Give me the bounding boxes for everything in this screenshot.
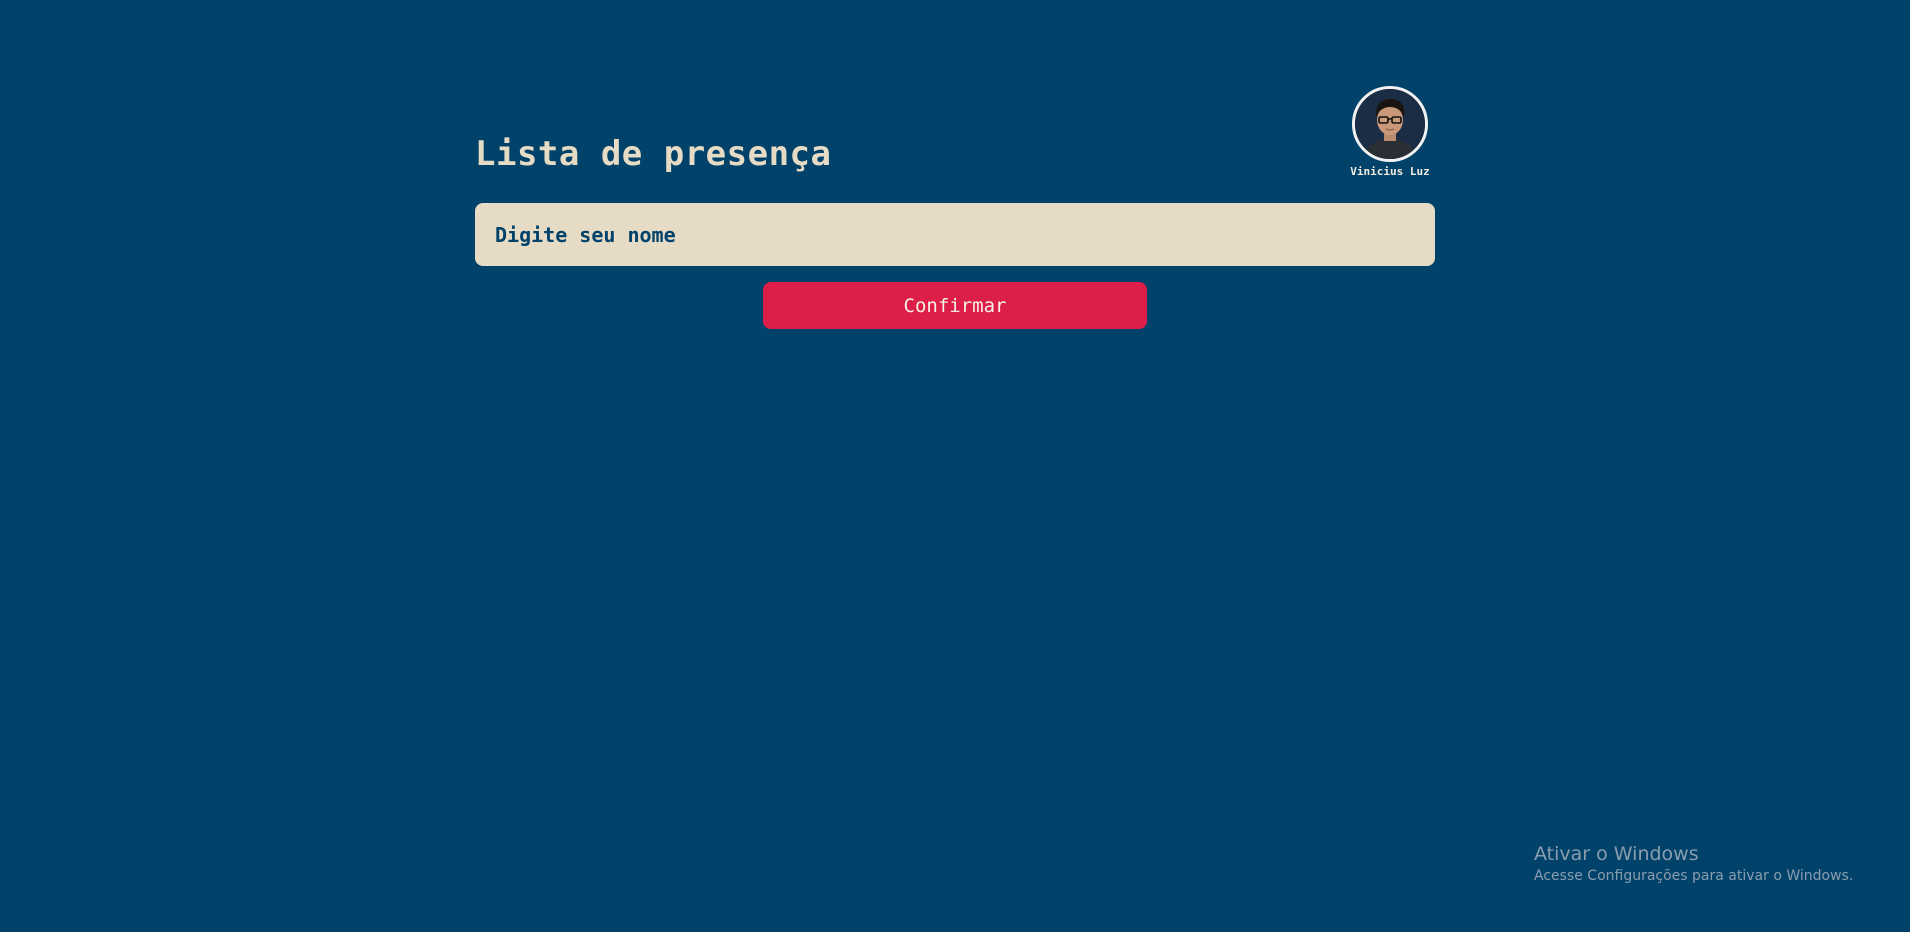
watermark-title: Ativar o Windows — [1534, 843, 1699, 865]
profile-name: Vinicius Luz — [1350, 165, 1430, 178]
windows-activation-watermark: Ativar o Windows Acesse Configurações pa… — [1534, 843, 1853, 884]
avatar — [1352, 86, 1428, 162]
page-title: Lista de presença — [475, 134, 832, 174]
confirm-button[interactable]: Confirmar — [763, 282, 1147, 329]
page: Lista de presença Vinicius Luz Digite se… — [0, 0, 1910, 932]
user-photo-icon — [1355, 89, 1425, 159]
header: Lista de presença Vinicius Luz — [475, 86, 1435, 186]
watermark-subtitle: Acesse Configurações para ativar o Windo… — [1534, 868, 1854, 884]
name-input[interactable] — [475, 203, 1435, 266]
profile: Vinicius Luz — [1345, 86, 1435, 178]
